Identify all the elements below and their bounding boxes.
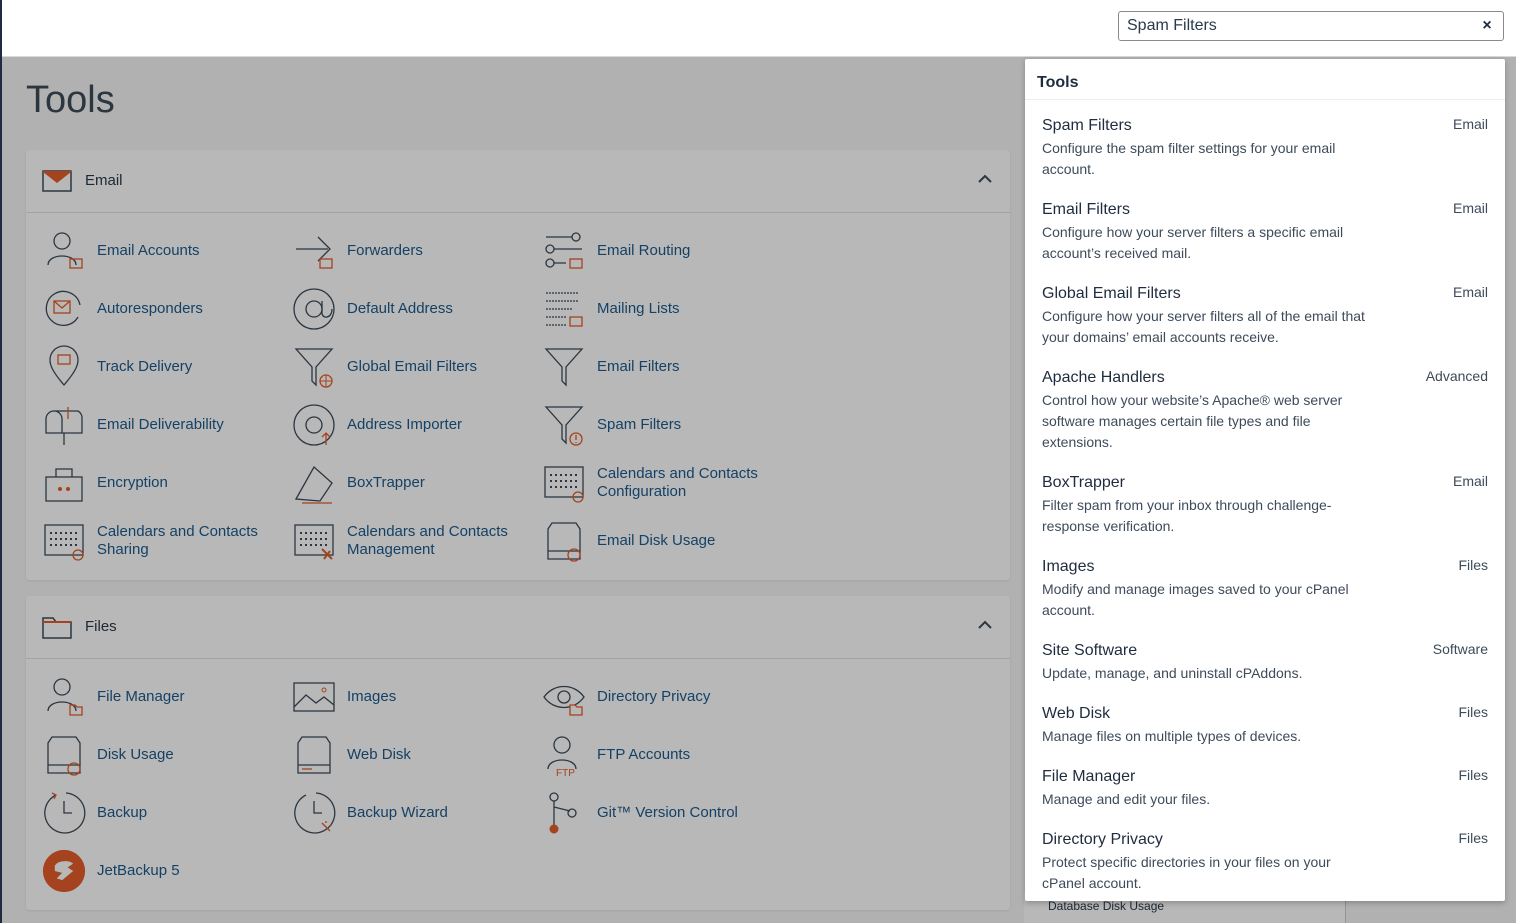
- divider: [1025, 99, 1505, 100]
- result-title: Site Software: [1042, 642, 1138, 659]
- search-results-dropdown: Tools Spam Filters Configure the spam fi…: [1025, 59, 1505, 901]
- result-title: Spam Filters: [1042, 117, 1132, 134]
- result-description: Manage files on multiple types of device…: [1042, 728, 1302, 744]
- top-bar: ×: [2, 0, 1516, 57]
- result-description: Control how your website’s Apache® web s…: [1042, 392, 1343, 450]
- result-description: Modify and manage images saved to your c…: [1042, 581, 1349, 618]
- result-title: Email Filters: [1042, 201, 1131, 218]
- result-item[interactable]: Email Filters Configure how your server …: [1042, 200, 1488, 264]
- result-item[interactable]: Apache Handlers Control how your website…: [1042, 368, 1488, 453]
- result-category: Files: [1458, 767, 1488, 783]
- result-description: Configure how your server filters a spec…: [1042, 224, 1344, 261]
- result-category: Files: [1458, 557, 1488, 573]
- result-title: Images: [1042, 558, 1095, 575]
- result-title: Apache Handlers: [1042, 369, 1165, 386]
- result-category: Files: [1458, 830, 1488, 846]
- result-item[interactable]: Spam Filters Configure the spam filter s…: [1042, 116, 1488, 180]
- result-category: Advanced: [1425, 368, 1488, 384]
- result-description: Filter spam from your inbox through chal…: [1042, 497, 1332, 534]
- search-input[interactable]: [1127, 16, 1467, 36]
- result-title: BoxTrapper: [1042, 474, 1125, 491]
- result-description: Update, manage, and uninstall cPAddons.: [1042, 665, 1303, 681]
- result-category: Email: [1452, 473, 1488, 489]
- result-item[interactable]: BoxTrapper Filter spam from your inbox t…: [1042, 473, 1488, 537]
- result-title: Web Disk: [1042, 705, 1111, 722]
- result-description: Configure the spam filter settings for y…: [1042, 140, 1336, 177]
- result-category: Email: [1452, 200, 1488, 216]
- result-item[interactable]: Directory Privacy Protect specific direc…: [1042, 830, 1488, 894]
- results-heading: Tools: [1037, 74, 1079, 91]
- result-item[interactable]: Site Software Update, manage, and uninst…: [1042, 641, 1488, 684]
- result-description: Manage and edit your files.: [1042, 791, 1211, 807]
- result-description: Configure how your server filters all of…: [1042, 308, 1365, 345]
- search-box[interactable]: ×: [1118, 11, 1504, 41]
- result-item[interactable]: Global Email Filters Configure how your …: [1042, 284, 1488, 348]
- result-title: Directory Privacy: [1042, 831, 1163, 848]
- result-category: Email: [1452, 116, 1488, 132]
- left-nav-edge: [0, 0, 2, 923]
- result-description: Protect specific directories in your fil…: [1042, 854, 1331, 891]
- result-category: Software: [1432, 641, 1488, 657]
- close-icon[interactable]: ×: [1479, 18, 1495, 34]
- result-item[interactable]: Images Modify and manage images saved to…: [1042, 557, 1488, 621]
- result-category: Email: [1452, 284, 1488, 300]
- result-category: Files: [1458, 704, 1488, 720]
- result-title: File Manager: [1042, 768, 1136, 785]
- result-item[interactable]: File Manager Manage and edit your files.…: [1042, 767, 1488, 810]
- result-item[interactable]: Web Disk Manage files on multiple types …: [1042, 704, 1488, 747]
- result-title: Global Email Filters: [1042, 285, 1181, 302]
